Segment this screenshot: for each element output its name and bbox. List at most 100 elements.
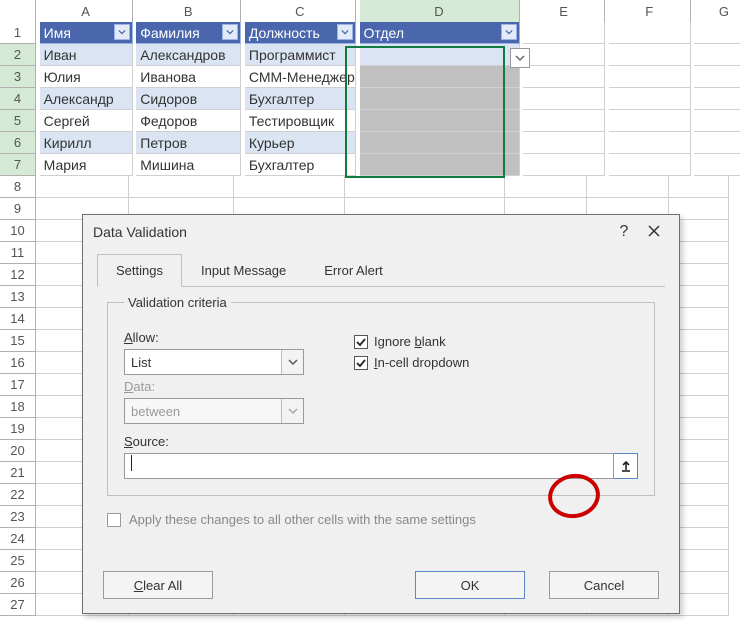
table-header[interactable]: Должность — [245, 22, 356, 44]
table-header[interactable]: Отдел — [360, 22, 520, 44]
row-header[interactable]: 7 — [0, 154, 36, 176]
cell[interactable]: Иван — [40, 44, 133, 66]
cell[interactable]: Кирилл — [40, 132, 133, 154]
cell[interactable] — [694, 154, 740, 176]
row-header[interactable]: 17 — [0, 374, 36, 396]
range-selector-button[interactable] — [614, 453, 638, 479]
cell[interactable] — [523, 110, 605, 132]
filter-dropdown-icon[interactable] — [222, 24, 238, 40]
cell[interactable]: СММ-Менеджер — [245, 66, 356, 88]
col-header-G[interactable]: G — [694, 0, 740, 24]
tab-error-alert[interactable]: Error Alert — [305, 254, 402, 287]
row-header[interactable]: 15 — [0, 330, 36, 352]
cell[interactable]: Мария — [40, 154, 133, 176]
dialog-help-button[interactable]: ? — [609, 223, 639, 241]
incell-dropdown-checkbox[interactable]: In-cell dropdown — [354, 355, 469, 370]
cell[interactable] — [523, 44, 605, 66]
cell[interactable] — [345, 176, 505, 198]
cell[interactable] — [609, 154, 691, 176]
cell[interactable]: Петров — [136, 132, 241, 154]
row-header[interactable]: 27 — [0, 594, 36, 616]
row-header[interactable]: 10 — [0, 220, 36, 242]
cell[interactable]: Программист — [245, 44, 356, 66]
cell[interactable] — [523, 88, 605, 110]
cell[interactable] — [694, 110, 740, 132]
cell[interactable] — [505, 176, 587, 198]
cell-selected[interactable] — [360, 110, 520, 132]
filter-dropdown-icon[interactable] — [114, 24, 130, 40]
row-header[interactable]: 6 — [0, 132, 36, 154]
cell[interactable] — [609, 44, 691, 66]
chevron-down-icon[interactable] — [281, 350, 303, 374]
row-header[interactable]: 20 — [0, 440, 36, 462]
cell[interactable]: Александр — [40, 88, 133, 110]
tab-settings[interactable]: Settings — [97, 254, 182, 287]
cell[interactable]: Сергей — [40, 110, 133, 132]
cell[interactable]: Сидоров — [136, 88, 241, 110]
row-header[interactable]: 24 — [0, 528, 36, 550]
cell[interactable] — [587, 176, 669, 198]
ok-button[interactable]: OK — [415, 571, 525, 599]
cell[interactable]: Юлия — [40, 66, 133, 88]
col-header-D[interactable]: D — [360, 0, 520, 24]
cell[interactable] — [523, 154, 605, 176]
cell[interactable] — [523, 66, 605, 88]
cell[interactable] — [694, 22, 740, 44]
cell[interactable]: Тестировщик — [245, 110, 356, 132]
row-header[interactable]: 9 — [0, 198, 36, 220]
cell[interactable] — [609, 132, 691, 154]
cell[interactable] — [609, 66, 691, 88]
cell[interactable] — [669, 176, 729, 198]
cell[interactable] — [694, 66, 740, 88]
tab-input-message[interactable]: Input Message — [182, 254, 305, 287]
cell[interactable] — [523, 22, 605, 44]
cell[interactable]: Мишина — [136, 154, 241, 176]
row-header[interactable]: 1 — [0, 22, 36, 44]
cell[interactable] — [609, 110, 691, 132]
table-header[interactable]: Фамилия — [136, 22, 241, 44]
row-header[interactable]: 4 — [0, 88, 36, 110]
in-cell-dropdown-button[interactable] — [510, 48, 530, 68]
cell[interactable]: Иванова — [136, 66, 241, 88]
cell[interactable] — [129, 176, 234, 198]
cell[interactable]: Бухгалтер — [245, 88, 356, 110]
row-header[interactable]: 5 — [0, 110, 36, 132]
allow-combo[interactable]: List — [124, 349, 304, 375]
cell[interactable]: Курьер — [245, 132, 356, 154]
cancel-button[interactable]: Cancel — [549, 571, 659, 599]
col-header-B[interactable]: B — [136, 0, 241, 24]
source-input[interactable] — [124, 453, 614, 479]
cell[interactable]: Бухгалтер — [245, 154, 356, 176]
cell[interactable]: Александров — [136, 44, 241, 66]
clear-all-button[interactable]: Clear All — [103, 571, 213, 599]
row-header[interactable]: 12 — [0, 264, 36, 286]
cell[interactable] — [694, 88, 740, 110]
cell[interactable] — [36, 176, 129, 198]
table-header[interactable]: Имя — [40, 22, 133, 44]
row-header[interactable]: 16 — [0, 352, 36, 374]
row-header[interactable]: 23 — [0, 506, 36, 528]
row-header[interactable]: 21 — [0, 462, 36, 484]
cell-selected[interactable] — [360, 66, 520, 88]
col-header-F[interactable]: F — [609, 0, 691, 24]
filter-dropdown-icon[interactable] — [337, 24, 353, 40]
select-all-corner[interactable] — [0, 0, 36, 24]
cell[interactable]: Федоров — [136, 110, 241, 132]
col-header-A[interactable]: A — [40, 0, 133, 24]
cell[interactable] — [694, 44, 740, 66]
row-header[interactable]: 19 — [0, 418, 36, 440]
row-header[interactable]: 22 — [0, 484, 36, 506]
cell-selected[interactable] — [360, 154, 520, 176]
row-header[interactable]: 2 — [0, 44, 36, 66]
row-header[interactable]: 8 — [0, 176, 36, 198]
cell-selected[interactable] — [360, 88, 520, 110]
dialog-close-button[interactable] — [639, 224, 669, 241]
ignore-blank-checkbox[interactable]: Ignore blank — [354, 334, 469, 349]
cell[interactable] — [234, 176, 345, 198]
cell[interactable] — [609, 88, 691, 110]
cell-selected[interactable] — [360, 132, 520, 154]
row-header[interactable]: 25 — [0, 550, 36, 572]
col-header-E[interactable]: E — [523, 0, 605, 24]
row-header[interactable]: 3 — [0, 66, 36, 88]
row-header[interactable]: 13 — [0, 286, 36, 308]
